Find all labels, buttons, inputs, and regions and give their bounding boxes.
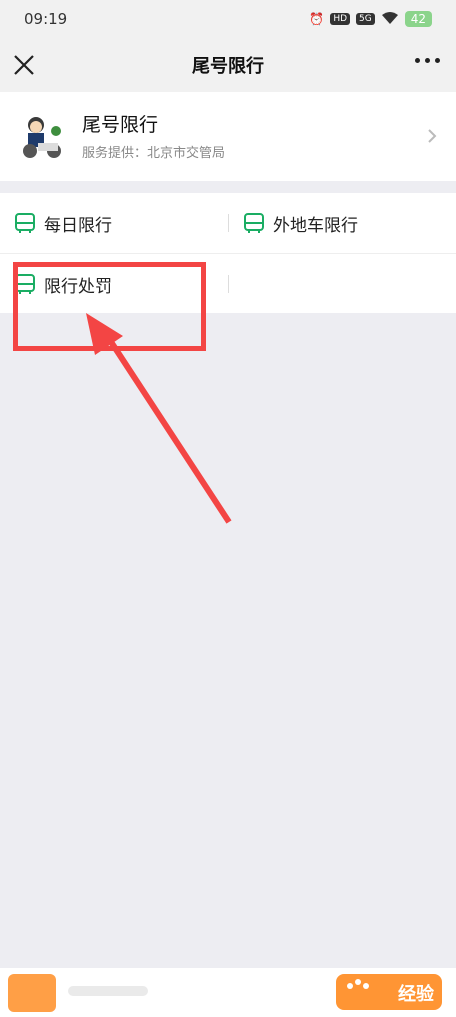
ad-text-placeholder — [68, 986, 148, 996]
watermark-brand: 经验 — [398, 984, 434, 1005]
bottom-ad-bar[interactable]: 经验 — [0, 968, 456, 1017]
ad-thumbnail — [8, 974, 56, 1012]
annotation-arrow — [86, 313, 232, 524]
